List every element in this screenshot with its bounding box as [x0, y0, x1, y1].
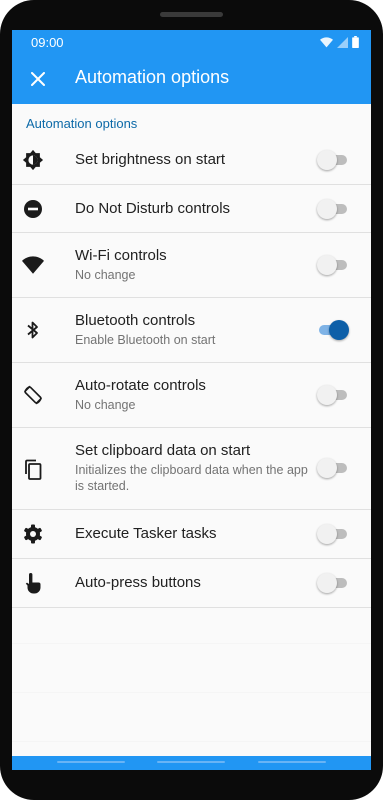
item-label: Do Not Disturb controls: [75, 200, 231, 217]
item-text: Bluetooth controls Enable Bluetooth on s…: [75, 312, 311, 348]
clipboard-icon: [22, 458, 44, 480]
screen-rotation-icon: [22, 384, 44, 406]
item-subtitle: Enable Bluetooth on start: [75, 333, 216, 347]
status-bar: 09:00: [12, 30, 371, 54]
item-text: Set brightness on start: [75, 151, 311, 169]
faded-background-list: [12, 595, 371, 765]
list-item-clipboard[interactable]: Set clipboard data on start Initializes …: [12, 428, 371, 510]
nav-recents-handle[interactable]: [258, 761, 326, 763]
wifi-status-icon: [320, 35, 333, 53]
item-text: Do Not Disturb controls: [75, 200, 311, 218]
auto-press-toggle[interactable]: [317, 573, 347, 593]
wifi-toggle[interactable]: [317, 255, 347, 275]
automation-options-list: Set brightness on start Do Not Disturb c…: [12, 136, 371, 608]
item-label: Execute Tasker tasks: [75, 525, 217, 542]
list-item-bluetooth[interactable]: Bluetooth controls Enable Bluetooth on s…: [12, 298, 371, 363]
screen: 09:00 Automation options Automation opti…: [12, 30, 371, 770]
item-label: Bluetooth controls: [75, 312, 196, 329]
item-subtitle: Initializes the clipboard data when the …: [75, 463, 308, 493]
section-header: Automation options: [26, 116, 138, 131]
list-item-tasker[interactable]: Execute Tasker tasks: [12, 510, 371, 559]
item-subtitle: No change: [75, 398, 136, 412]
item-label: Auto-rotate controls: [75, 377, 206, 394]
battery-icon: [352, 35, 359, 53]
item-label: Set clipboard data on start: [75, 442, 251, 459]
item-label: Auto-press buttons: [75, 574, 201, 591]
brightness-toggle[interactable]: [317, 150, 347, 170]
item-label: Wi-Fi controls: [75, 247, 167, 264]
nav-back-handle[interactable]: [57, 761, 125, 763]
list-item-auto-rotate[interactable]: Auto-rotate controls No change: [12, 363, 371, 428]
list-item-brightness[interactable]: Set brightness on start: [12, 136, 371, 185]
do-not-disturb-toggle[interactable]: [317, 199, 347, 219]
item-text: Wi-Fi controls No change: [75, 247, 311, 283]
nav-home-handle[interactable]: [157, 761, 225, 763]
phone-frame: 09:00 Automation options Automation opti…: [0, 0, 383, 800]
navigation-bar: [12, 756, 371, 770]
close-icon: [31, 72, 45, 86]
bluetooth-icon: [22, 319, 44, 341]
page-title: Automation options: [75, 67, 230, 87]
clipboard-toggle[interactable]: [317, 458, 347, 478]
do-not-disturb-icon: [22, 198, 44, 220]
list-item-do-not-disturb[interactable]: Do Not Disturb controls: [12, 185, 371, 233]
app-bar: Automation options: [12, 54, 371, 104]
list-item-wifi[interactable]: Wi-Fi controls No change: [12, 233, 371, 298]
tasker-toggle[interactable]: [317, 524, 347, 544]
touch-icon: [22, 572, 44, 594]
speaker-grille: [160, 12, 223, 17]
item-subtitle: No change: [75, 268, 136, 282]
item-text: Auto-rotate controls No change: [75, 377, 311, 413]
gear-icon: [22, 523, 44, 545]
auto-rotate-toggle[interactable]: [317, 385, 347, 405]
item-text: Auto-press buttons: [75, 574, 311, 592]
brightness-icon: [22, 149, 44, 171]
close-button[interactable]: [24, 65, 52, 93]
bluetooth-toggle[interactable]: [319, 320, 349, 340]
status-icons: [320, 35, 359, 53]
item-text: Set clipboard data on start Initializes …: [75, 442, 311, 494]
item-label: Set brightness on start: [75, 151, 226, 168]
status-time: 09:00: [31, 35, 64, 50]
cell-signal-icon: [337, 35, 348, 53]
wifi-icon: [22, 254, 44, 276]
item-text: Execute Tasker tasks: [75, 525, 311, 543]
